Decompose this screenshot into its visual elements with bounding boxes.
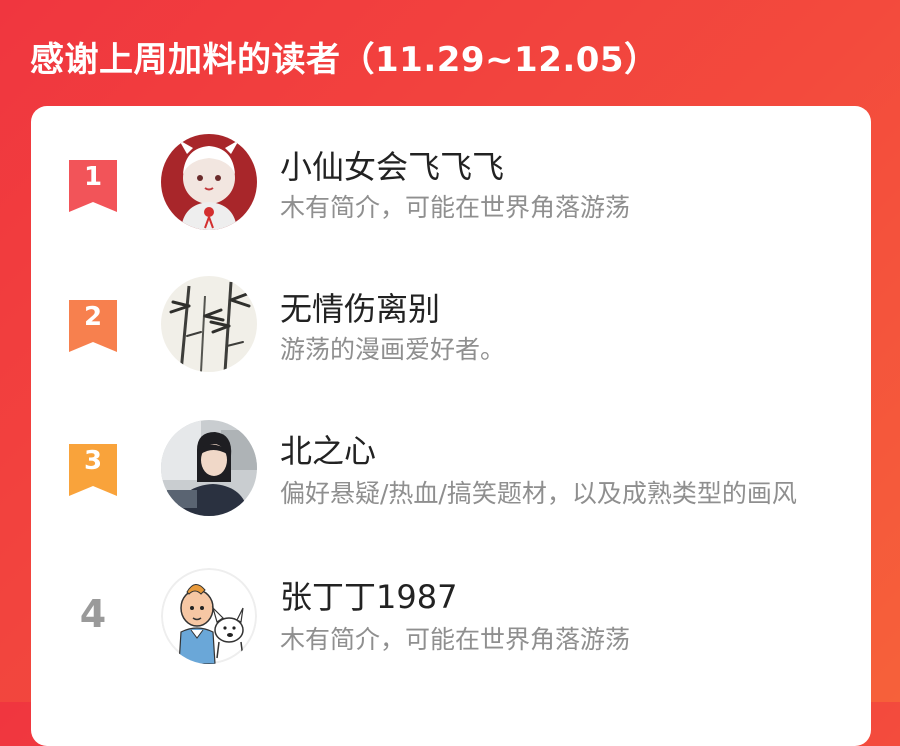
reader-bio: 游荡的漫画爱好者。 (280, 335, 506, 364)
reader-bio: 木有简介，可能在世界角落游荡 (280, 193, 631, 222)
avatar[interactable] (161, 420, 257, 516)
avatar[interactable] (161, 276, 257, 372)
avatar[interactable] (161, 568, 257, 664)
reader-name: 北之心 (280, 432, 377, 470)
tintin-avatar-icon (161, 568, 257, 664)
rank-badge-1: 1 (69, 160, 117, 212)
anime-girl-avatar-icon (161, 134, 257, 230)
bamboo-painting-avatar-icon (161, 276, 257, 372)
rank-badge-3: 3 (69, 444, 117, 496)
page-title: 感谢上周加料的读者（11.29~12.05） (30, 40, 659, 80)
reader-list-card: 1 小仙女会飞飞飞 木有简介，可能在世界角落游荡 2 无情伤离别 游荡的漫画爱好… (31, 106, 871, 746)
reader-bio: 木有简介，可能在世界角落游荡 (280, 625, 631, 654)
reader-row-4[interactable]: 4 张丁丁1987 木有简介，可能在世界角落游荡 (31, 558, 871, 668)
rank-number: 1 (83, 162, 103, 192)
reader-name: 无情伤离别 (280, 290, 441, 328)
rank-badge-2: 2 (69, 300, 117, 352)
person-photo-avatar-icon (161, 420, 257, 516)
reader-row-1[interactable]: 1 小仙女会飞飞飞 木有简介，可能在世界角落游荡 (31, 126, 871, 236)
reader-row-3[interactable]: 3 北之心 偏好悬疑/热血/搞笑题材，以及成熟类型的画风 (31, 416, 871, 526)
reader-name: 张丁丁1987 (280, 578, 458, 616)
rank-number: 2 (83, 302, 103, 332)
avatar[interactable] (161, 134, 257, 230)
rank-number-plain: 4 (79, 592, 107, 636)
rank-number: 3 (83, 446, 103, 476)
reader-bio: 偏好悬疑/热血/搞笑题材，以及成熟类型的画风 (280, 479, 797, 508)
reader-name: 小仙女会飞飞飞 (280, 148, 505, 186)
reader-row-2[interactable]: 2 无情伤离别 游荡的漫画爱好者。 (31, 272, 871, 382)
